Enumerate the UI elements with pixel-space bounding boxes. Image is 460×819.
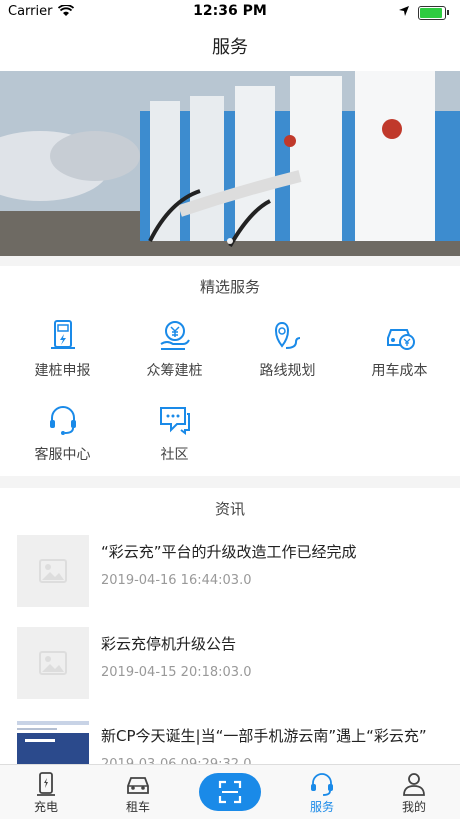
tab-label: 服务 xyxy=(309,800,334,814)
news-title: 资讯 xyxy=(214,500,245,518)
chat-icon xyxy=(159,407,190,435)
carousel-dot[interactable] xyxy=(227,238,233,244)
tab-label: 租车 xyxy=(125,800,150,814)
charging-icon xyxy=(37,772,55,796)
service-label: 用车成本 xyxy=(371,363,428,379)
tab-bar: 充电 租车 服务 我的 xyxy=(0,764,460,819)
service-label: 路线规划 xyxy=(259,363,316,379)
page-title: 服务 xyxy=(212,37,248,58)
scan-icon xyxy=(218,780,242,804)
service-crowdfunding[interactable]: 众筹建桩 xyxy=(117,318,232,380)
car-icon xyxy=(127,777,149,794)
charging-pile-icon xyxy=(50,320,75,349)
news-timestamp: 2019-04-16 16:44:03.0 xyxy=(101,573,252,588)
news-item[interactable]: 彩云充停机升级公告 2019-04-15 20:18:03.0 xyxy=(0,627,460,719)
service-label: 客服中心 xyxy=(34,447,91,463)
featured-section: 精选服务 建桩申报 众筹建桩 路线规划 用车成本 客服中心 社区 xyxy=(0,266,460,476)
tab-charging[interactable]: 充电 xyxy=(0,765,92,819)
location-arrow-icon xyxy=(399,6,409,16)
tab-profile[interactable]: 我的 xyxy=(368,765,460,819)
carousel-dots xyxy=(0,229,460,248)
route-icon xyxy=(274,321,300,349)
clock: 12:36 PM xyxy=(193,3,267,19)
news-thumbnail xyxy=(17,535,89,607)
nav-bar: 服务 xyxy=(0,24,460,71)
service-support[interactable]: 客服中心 xyxy=(5,402,120,464)
car-cost-icon xyxy=(386,329,415,350)
crowdfunding-icon xyxy=(159,321,190,350)
tab-label: 我的 xyxy=(401,800,426,814)
service-community[interactable]: 社区 xyxy=(117,402,232,464)
scan-button[interactable] xyxy=(199,773,261,811)
featured-title: 精选服务 xyxy=(199,278,260,296)
service-charging-pile[interactable]: 建桩申报 xyxy=(5,318,120,380)
battery-icon xyxy=(418,6,449,20)
news-headline: 彩云充停机升级公告 xyxy=(101,635,237,653)
news-section: 资讯 “彩云充”平台的升级改造工作已经完成 2019-04-16 16:44:0… xyxy=(0,488,460,791)
tab-services[interactable]: 服务 xyxy=(276,765,368,819)
service-route[interactable]: 路线规划 xyxy=(230,318,345,380)
news-headline: “彩云充”平台的升级改造工作已经完成 xyxy=(101,543,357,561)
service-car-cost[interactable]: 用车成本 xyxy=(342,318,457,380)
headset-icon xyxy=(311,773,333,796)
news-photo xyxy=(17,721,89,764)
news-thumbnail xyxy=(17,627,89,699)
service-label: 众筹建桩 xyxy=(146,363,203,379)
news-timestamp: 2019-04-15 20:18:03.0 xyxy=(101,665,252,680)
image-placeholder-icon xyxy=(39,651,67,675)
banner-carousel[interactable] xyxy=(0,71,460,256)
headset-icon xyxy=(49,406,76,435)
tab-label: 充电 xyxy=(33,800,58,814)
service-label: 社区 xyxy=(160,447,189,463)
tab-rental[interactable]: 租车 xyxy=(92,765,184,819)
news-item[interactable]: “彩云充”平台的升级改造工作已经完成 2019-04-16 16:44:03.0 xyxy=(0,535,460,627)
person-icon xyxy=(403,773,425,796)
service-label: 建桩申报 xyxy=(34,363,91,379)
news-headline: 新CP今天诞生|当“一部手机游云南”遇上“彩云充” xyxy=(101,727,427,745)
status-bar: Carrier 12:36 PM xyxy=(0,0,460,24)
image-placeholder-icon xyxy=(39,559,67,583)
